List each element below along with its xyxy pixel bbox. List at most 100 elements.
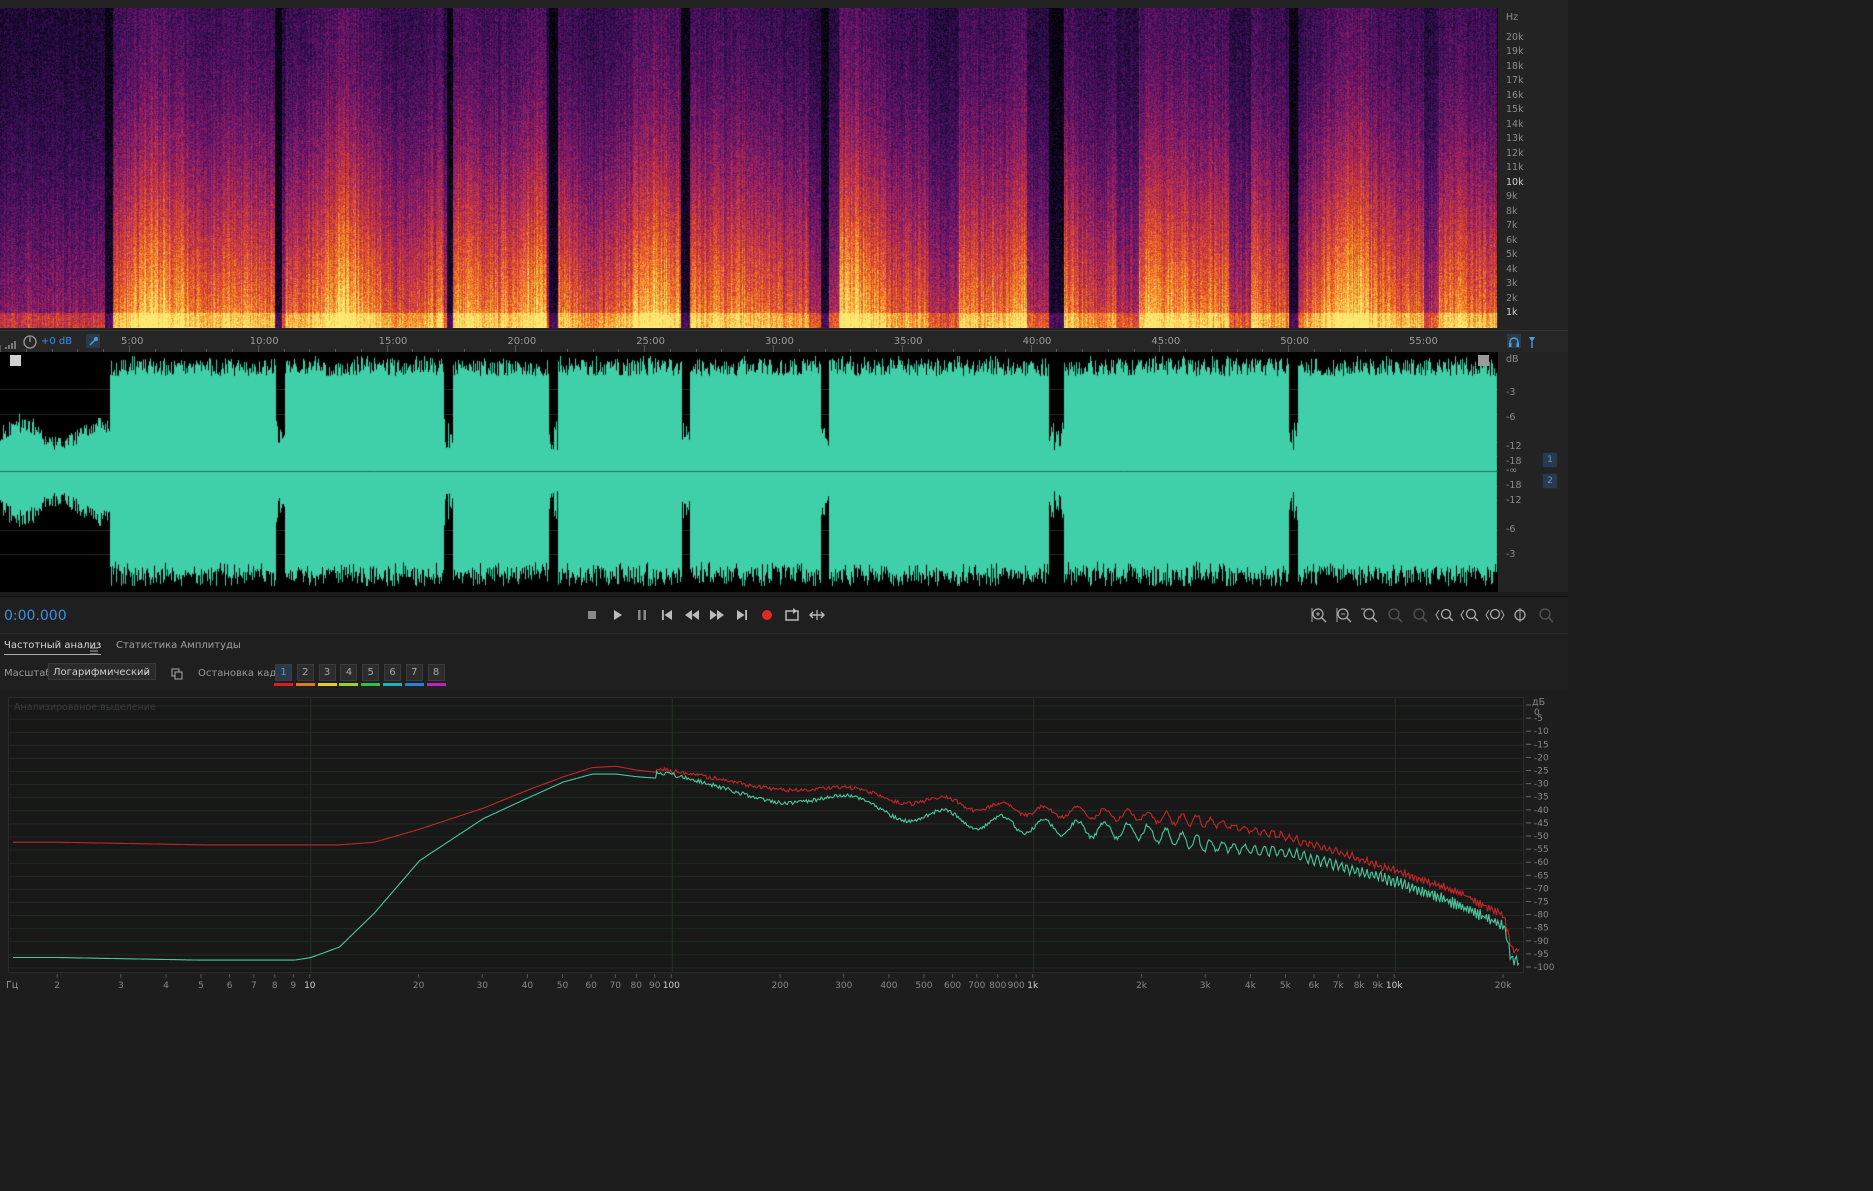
channel-1-button[interactable]: 1 [1542,452,1558,468]
zoom-out-time-icon[interactable] [1459,605,1481,625]
frame-hold-button-3[interactable]: 3 [318,664,336,681]
skip-to-end-button[interactable] [732,605,752,625]
db-tick-label: -12 [1506,495,1522,506]
db-unit-label: дБ [1532,697,1545,708]
db-unit-label: dB [1506,354,1519,365]
loop-button[interactable] [782,605,802,625]
freq-tick-label: 400 [880,981,897,991]
time-tick-label: 35:00 [893,336,923,347]
waveform-view[interactable] [0,352,1498,592]
frame-hold-button-7[interactable]: 7 [405,664,423,681]
spectrogram-panel: Hz 20k 19k 18k 17k 16k 15k 14k 13k 12k 11k 10k 9k 8k… [0,0,1568,330]
pin-icon[interactable] [86,334,100,348]
gain-value[interactable]: +0 dB [41,336,72,347]
freq-tick-label: 100 [663,981,680,991]
skip-selection-button[interactable] [807,605,827,625]
freq-tick-label: 3 [118,981,124,991]
hz-tick-label: 9k [1506,191,1518,203]
freq-tick-label: 30 [477,981,489,991]
freq-tick-label: 20 [413,981,425,991]
gain-knob-icon[interactable] [22,334,38,350]
freq-tick-label: 40 [522,981,534,991]
marker-icon[interactable] [1525,334,1539,348]
freq-tick-label: 20k [1495,981,1512,991]
freq-tick-label: 900 [1008,981,1025,991]
scale-dropdown[interactable]: Логарифмический ⌄ [48,663,156,680]
freq-tick-label: 8k [1354,981,1366,991]
hz-tick-label: 4k [1506,263,1518,275]
db-tick-label: -6 [1506,524,1516,535]
zoom-full-icon[interactable] [1484,605,1506,625]
skip-to-start-button[interactable] [657,605,677,625]
tab-amplitude-statistics[interactable]: Статистика Амплитуды [116,640,241,651]
fast-forward-button[interactable] [707,605,727,625]
time-tick [1288,345,1290,352]
db-tick-label: -12 [1506,441,1522,452]
db-tick-label: -10 [1534,727,1549,737]
freq-tick-label: 5k [1280,981,1292,991]
play-button[interactable] [607,605,627,625]
time-tick-label: 30:00 [765,336,794,347]
rewind-button[interactable] [682,605,702,625]
tab-frequency-analysis[interactable]: Частотный анализ [4,640,102,655]
db-tick-label: -75 [1534,898,1549,908]
time-tick [0,345,2,352]
freq-tick-label: 60 [585,981,597,991]
headphones-icon[interactable] [1507,334,1521,348]
channel-2-button[interactable]: 2 [1542,473,1558,489]
frequency-axis: Гц 2 3 4 5 6 7 8 9 10 20 30 40 50 60 70 80 90 100 200 300 400… [0,974,1568,997]
frame-hold-button-6[interactable]: 6 [384,664,401,681]
db-tick-label: -100 [1534,963,1555,971]
db-tick-label: -3 [1506,387,1516,398]
time-tick [515,345,517,352]
frame-hold-button-5[interactable]: 5 [362,664,380,681]
hz-tick-label: 13k [1506,133,1524,145]
zoom-playhead-icon[interactable] [1509,605,1531,625]
panel-menu-icon[interactable] [89,641,99,655]
zoom-out-amplitude-icon[interactable] [1334,605,1356,625]
time-tick [129,345,130,352]
db-tick-label: -30 [1534,780,1549,790]
zoom-reset-icon[interactable] [1359,605,1381,625]
frame-hold-button-4[interactable]: 4 [340,664,358,681]
zoom-in-time-icon[interactable] [1434,605,1456,625]
series-line-red [13,765,1520,955]
db-tick-label: -6 [1506,412,1516,423]
record-button[interactable] [757,605,777,625]
time-tick-label: 50:00 [1280,336,1310,347]
db-tick-label: -65 [1534,871,1549,881]
frame-color-swatch [295,683,315,686]
scale-value: Логарифмический [53,667,151,678]
db-tick-label: -40 [1534,806,1549,816]
chevron-down-icon: ⌄ [142,667,150,677]
hz-tick-label: 8k [1506,205,1518,217]
current-time[interactable]: 0:00.000 [4,608,67,624]
db-tick-label: -35 [1534,793,1549,803]
copy-frames-icon[interactable] [171,665,183,680]
frame-hold-button-2[interactable]: 2 [296,664,314,681]
time-tick-label: 15:00 [378,336,408,347]
frame-hold-button-1[interactable]: 1 [275,664,292,681]
pause-button[interactable] [632,605,652,625]
frequency-analysis-graph[interactable]: Анализированое выделение [8,697,1524,973]
meter-icon[interactable] [4,335,18,349]
spectrogram-view[interactable] [0,8,1498,328]
freq-tick-label: 4 [163,981,169,991]
freq-tick-label: 4k [1245,981,1257,991]
hz-tick-label: 17k [1506,75,1524,87]
time-tick-label: 20:00 [507,336,537,347]
series-line-green [13,770,1520,967]
hz-tick-label: 3k [1506,278,1518,290]
hz-tick-label: 5k [1506,249,1518,261]
freq-tick-label: 3k [1200,981,1212,991]
channel-column: 1 2 [1530,352,1568,592]
time-tick [257,345,259,352]
zoom-in-amplitude-icon[interactable] [1309,605,1331,625]
zoom-corner-right-icon[interactable] [1478,355,1489,366]
db-tick-label: -18 [1506,480,1522,491]
time-tick [1030,345,1032,352]
frame-hold-button-8[interactable]: 8 [427,664,445,681]
zoom-corner-icon[interactable] [10,355,21,366]
stop-button[interactable] [582,605,602,625]
freq-tick-label: 500 [915,981,932,991]
